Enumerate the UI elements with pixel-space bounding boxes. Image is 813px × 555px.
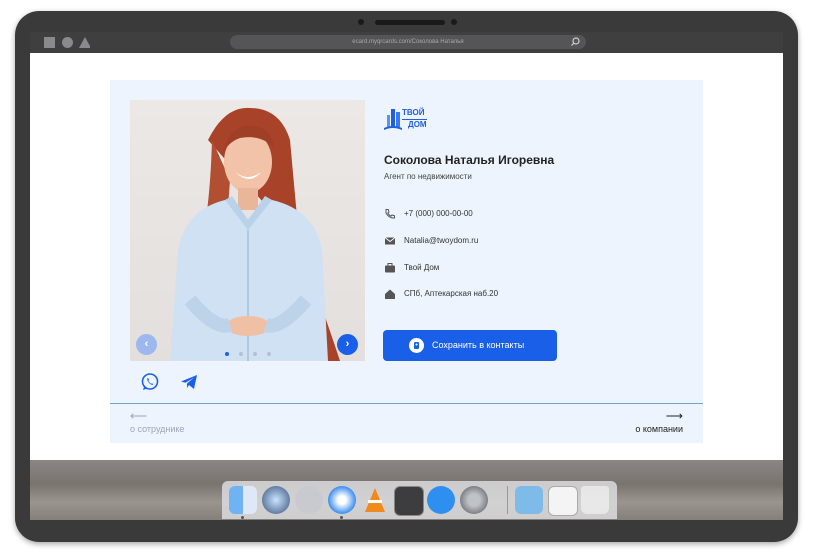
carousel-dot[interactable] [239, 352, 243, 356]
running-indicator [340, 516, 343, 519]
arrow-right-icon: ⟶ [665, 409, 683, 423]
vlc-icon[interactable] [361, 486, 389, 514]
card-divider [110, 403, 703, 404]
circle-icon[interactable] [62, 37, 73, 48]
building-icon [384, 109, 402, 130]
carousel-dot[interactable] [267, 352, 271, 356]
nav-about-employee-label: о сотруднике [130, 424, 185, 434]
phone-icon [385, 209, 395, 219]
downloads-folder-icon[interactable] [515, 486, 543, 514]
arrow-left-icon: ⟵ [130, 409, 148, 423]
home-icon [385, 289, 395, 299]
carousel-prev-button[interactable]: ‹ [136, 334, 157, 355]
safari-icon[interactable] [328, 486, 356, 514]
browser-toolbar: ecard.myqrcards.com/Соколова Наталья [30, 32, 783, 53]
contact-phone-text: +7 (000) 000-00-00 [404, 209, 473, 218]
url-text: ecard.myqrcards.com/Соколова Наталья [352, 39, 464, 45]
save-contact-button[interactable]: Сохранить в контакты [383, 330, 557, 361]
camera-dot [358, 19, 364, 25]
person-name: Соколова Наталья Игоревна [384, 153, 555, 167]
launchpad-icon[interactable] [295, 486, 323, 514]
siri-icon[interactable] [262, 486, 290, 514]
search-icon[interactable] [571, 37, 580, 49]
screen: ecard.myqrcards.com/Соколова Наталья ‹ ›… [30, 32, 783, 520]
carousel-dots [225, 343, 281, 361]
camera-slot [375, 20, 445, 25]
person-role: Агент по недвижимости [384, 172, 472, 181]
dock-separator [507, 486, 508, 514]
nav-about-company[interactable]: ⟶ о компании [635, 410, 683, 434]
logo-line-1: ТВОЙ [402, 108, 425, 117]
business-card: ‹ › ТВОЙ ДОМ Соколова Наталья Игоревна А… [110, 80, 703, 443]
terminal-icon[interactable] [394, 486, 424, 516]
nav-about-company-label: о компании [635, 424, 683, 434]
briefcase-icon [385, 263, 395, 273]
logo-line-2: ДОМ [402, 119, 427, 130]
trash-icon[interactable] [581, 486, 609, 514]
logo-wordmark: ТВОЙ ДОМ [402, 108, 427, 130]
profile-photo: ‹ › [130, 100, 365, 361]
dock [222, 481, 617, 519]
contact-company-text: Твой Дом [404, 263, 440, 272]
laptop-frame: ecard.myqrcards.com/Соколова Наталья ‹ ›… [15, 11, 798, 542]
contact-address-text: СПб, Аптекарская наб.20 [404, 289, 499, 298]
address-bar[interactable]: ecard.myqrcards.com/Соколова Наталья [230, 35, 586, 49]
finder-icon[interactable] [229, 486, 257, 514]
whatsapp-icon[interactable] [140, 372, 160, 392]
telegram-icon[interactable] [179, 372, 199, 392]
carousel-dot[interactable] [253, 352, 257, 356]
save-contact-label: Сохранить в контакты [432, 340, 525, 350]
carousel-dot[interactable] [225, 352, 229, 356]
running-indicator [241, 516, 244, 519]
nav-about-employee[interactable]: ⟵ о сотруднике [130, 410, 184, 434]
contact-save-icon [409, 338, 424, 353]
camera-bar [15, 19, 798, 25]
triangle-icon[interactable] [79, 37, 90, 48]
carousel-next-button[interactable]: › [337, 334, 358, 355]
mail-icon [384, 237, 396, 245]
company-logo: ТВОЙ ДОМ [384, 108, 454, 136]
camera-dot [451, 19, 457, 25]
square-icon[interactable] [44, 37, 55, 48]
system-preferences-icon[interactable] [460, 486, 488, 514]
contact-email-text: Natalia@twoydom.ru [404, 236, 479, 245]
app-store-icon[interactable] [427, 486, 455, 514]
preview-icon[interactable] [548, 486, 578, 516]
